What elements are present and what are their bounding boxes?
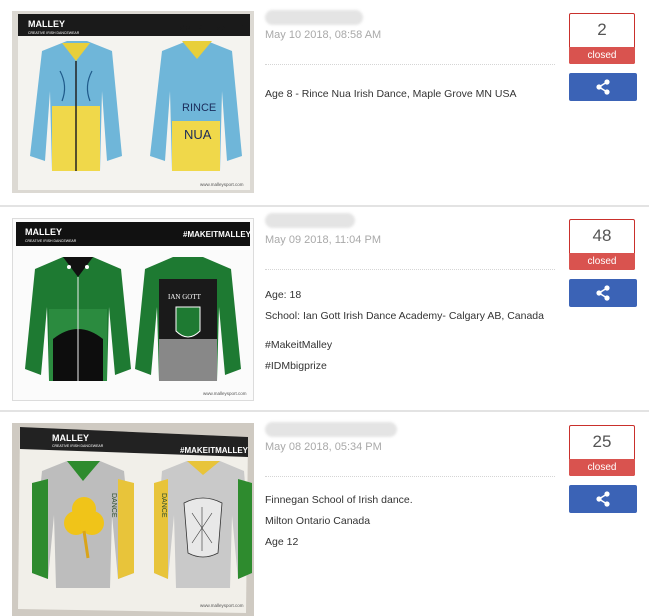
vote-count-box: 48 closed bbox=[569, 219, 635, 270]
brand-logo: MALLEY bbox=[52, 433, 89, 443]
description-line: School: Ian Gott Irish Dance Academy- Ca… bbox=[265, 310, 544, 322]
share-button[interactable] bbox=[569, 73, 637, 101]
divider bbox=[265, 64, 555, 65]
entry-description: Age: 18 School: Ian Gott Irish Dance Aca… bbox=[265, 285, 544, 377]
site-text: www.malleysport.com bbox=[203, 391, 247, 396]
share-button[interactable] bbox=[569, 279, 637, 307]
divider bbox=[265, 476, 555, 477]
brand-logo: MALLEY bbox=[28, 19, 65, 29]
username-blurred bbox=[265, 422, 397, 437]
description-line: Age 12 bbox=[265, 536, 299, 548]
post-timestamp: May 08 2018, 05:34 PM bbox=[265, 441, 382, 453]
description-line: Age: 18 bbox=[265, 289, 302, 301]
entry-description: Age 8 - Rince Nua Irish Dance, Maple Gro… bbox=[265, 84, 517, 105]
share-icon bbox=[596, 79, 610, 95]
entry-description: Finnegan School of Irish dance. Milton O… bbox=[265, 490, 413, 553]
hashtag-text: #MAKEITMALLEY bbox=[180, 446, 249, 455]
vote-count: 25 bbox=[592, 432, 612, 451]
description-line: Age 8 - Rince Nua Irish Dance, Maple Gro… bbox=[265, 88, 517, 100]
back-print-1: RINCE bbox=[182, 102, 216, 114]
sleeve-print-2: DANCE bbox=[160, 493, 167, 518]
hashtag-text: #MAKEITMALLEY bbox=[183, 230, 252, 239]
entry-card: MALLEY CREATIVE IRISH DANCEWEAR #MAKEITM… bbox=[0, 0, 649, 205]
share-icon bbox=[596, 285, 610, 301]
entry-card: MALLEY CREATIVE IRISH DANCEWEAR #MAKEITM… bbox=[0, 412, 649, 616]
share-icon bbox=[596, 491, 610, 507]
entry-card: MALLEY CREATIVE IRISH DANCEWEAR #MAKEITM… bbox=[0, 207, 649, 410]
description-line: #MakeitMalley bbox=[265, 339, 333, 351]
username-blurred bbox=[265, 10, 363, 25]
post-timestamp: May 09 2018, 11:04 PM bbox=[265, 234, 381, 246]
site-text: www.malleysport.com bbox=[200, 182, 244, 187]
hashtag-text: #MAKEITMALLEY bbox=[180, 24, 249, 33]
brand-tagline: CREATIVE IRISH DANCEWEAR bbox=[28, 31, 80, 35]
sleeve-print-1: DANCE bbox=[110, 493, 117, 518]
post-timestamp: May 10 2018, 08:58 AM bbox=[265, 29, 382, 41]
status-badge: closed bbox=[569, 253, 635, 270]
brand-logo: MALLEY bbox=[25, 227, 62, 237]
status-badge: closed bbox=[569, 459, 635, 476]
divider bbox=[265, 269, 555, 270]
vote-count: 2 bbox=[597, 20, 607, 39]
description-line: Finnegan School of Irish dance. bbox=[265, 494, 413, 506]
back-print-2: NUA bbox=[184, 127, 212, 142]
description-line: Milton Ontario Canada bbox=[265, 515, 371, 527]
status-badge: closed bbox=[569, 47, 635, 64]
description-line: #IDMbigprize bbox=[265, 360, 327, 372]
vote-count: 48 bbox=[592, 226, 612, 245]
brand-tagline: CREATIVE IRISH DANCEWEAR bbox=[25, 239, 77, 243]
brand-tagline: CREATIVE IRISH DANCEWEAR bbox=[52, 444, 104, 448]
share-button[interactable] bbox=[569, 485, 637, 513]
site-text: www.malleysport.com bbox=[200, 603, 244, 608]
entry-photo[interactable]: MALLEY CREATIVE IRISH DANCEWEAR #MAKEITM… bbox=[12, 423, 254, 616]
entry-photo[interactable]: MALLEY CREATIVE IRISH DANCEWEAR #MAKEITM… bbox=[12, 11, 254, 193]
username-blurred bbox=[265, 213, 355, 228]
vote-count-box: 2 closed bbox=[569, 13, 635, 64]
back-print-1: IAN GOTT bbox=[168, 293, 202, 301]
description-line bbox=[265, 327, 544, 335]
vote-count-box: 25 closed bbox=[569, 425, 635, 476]
entry-photo[interactable]: MALLEY CREATIVE IRISH DANCEWEAR #MAKEITM… bbox=[12, 218, 254, 401]
